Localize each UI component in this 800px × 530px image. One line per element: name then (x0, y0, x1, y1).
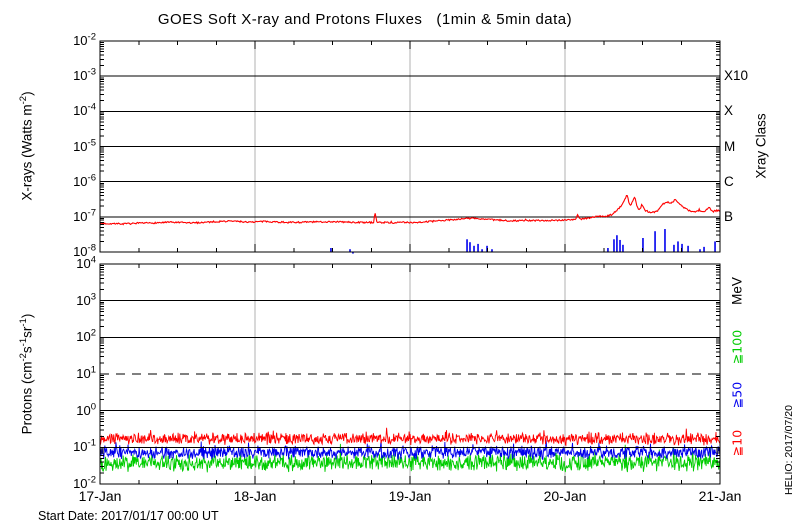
tick-base: 10 (76, 366, 91, 381)
xray-ytick-label: 10-2 (28, 32, 96, 50)
proton-ytick-label: 100 (28, 402, 96, 420)
tick-exp: -4 (87, 101, 96, 113)
tick-exp: 4 (90, 254, 96, 266)
tick-base: 10 (76, 403, 91, 418)
goes-flux-chart: GOES Soft X-ray and Protons Fluxes (1min… (0, 0, 800, 530)
proton-ytick-label: 101 (28, 365, 96, 383)
tick-base: 10 (73, 33, 88, 48)
proton-ytick-label: 104 (28, 255, 96, 273)
xtick-18jan: 18-Jan (233, 488, 277, 504)
proton-axis-title: Protons (cm-2s-1sr-1) (18, 313, 35, 435)
tick-exp: -2 (87, 474, 96, 486)
label-sup: -2 (18, 95, 29, 105)
legend-ge10-mev: ≧10 (729, 429, 745, 457)
tick-exp: 0 (90, 401, 96, 413)
tick-exp: -7 (87, 207, 96, 219)
tick-exp: 1 (90, 364, 96, 376)
tick-exp: 2 (90, 327, 96, 339)
label-sup: -1 (18, 318, 29, 327)
tick-exp: -6 (87, 172, 96, 184)
tick-base: 10 (76, 256, 91, 271)
proton-ytick-label: 10-1 (28, 438, 96, 456)
legend-ge50-mev: ≧50 (729, 381, 745, 409)
xtick-20jan: 20-Jan (543, 488, 587, 504)
tick-base: 10 (73, 209, 88, 224)
helio-credit: HELIO: 2017/07/20 (783, 405, 795, 495)
xray-class-x: X (724, 103, 734, 118)
tick-exp: -2 (87, 31, 96, 43)
tick-exp: -1 (87, 437, 96, 449)
label-text: X-rays (Watts m (19, 104, 35, 201)
xtick-21jan: 21-Jan (698, 488, 742, 504)
xray-ytick-label: 10-3 (28, 67, 96, 85)
tick-base: 10 (73, 174, 88, 189)
tick-base: 10 (73, 68, 88, 83)
legend-ge100-mev: ≧100 (729, 329, 745, 365)
tick-exp: 3 (90, 291, 96, 303)
label-text: s (19, 346, 35, 354)
xray-class-axis-title: Xray Class (753, 113, 769, 179)
tick-base: 10 (73, 139, 88, 154)
page-title: GOES Soft X-ray and Protons Fluxes (1min… (157, 11, 573, 28)
start-date-note: Start Date: 2017/01/17 00:00 UT (38, 509, 219, 523)
xray-ytick-label: 10-7 (28, 208, 96, 226)
tick-base: 10 (73, 439, 88, 454)
xray-ytick-label: 10-6 (28, 173, 96, 191)
label-text: sr (19, 326, 35, 338)
xray-axis-title: X-rays (Watts m-2) (18, 91, 35, 201)
tick-exp: -8 (87, 242, 96, 254)
xray-ytick-label: 10-5 (28, 138, 96, 156)
mev-axis-title: MeV (729, 277, 745, 305)
label-text: Protons (cm (19, 361, 35, 435)
xray-class-b: B (724, 209, 734, 224)
proton-ytick-label: 102 (28, 328, 96, 346)
xtick-19jan: 19-Jan (388, 488, 432, 504)
xray-class-c: C (724, 174, 734, 189)
xray-ytick-label: 10-4 (28, 102, 96, 120)
proton-ytick-label: 103 (28, 292, 96, 310)
label-sup: -2 (18, 353, 29, 362)
xray-class-x10: X10 (724, 68, 749, 83)
tick-base: 10 (76, 329, 91, 344)
tick-base: 10 (76, 293, 91, 308)
xray-class-m: M (724, 139, 736, 154)
label-text: ) (19, 91, 35, 96)
tick-base: 10 (73, 103, 88, 118)
label-text: ) (19, 313, 35, 319)
label-sup: -1 (18, 337, 29, 347)
flux-plot-canvas (99, 40, 721, 485)
tick-exp: -3 (87, 66, 96, 78)
tick-exp: -5 (87, 137, 96, 149)
xtick-17jan: 17-Jan (78, 488, 122, 504)
